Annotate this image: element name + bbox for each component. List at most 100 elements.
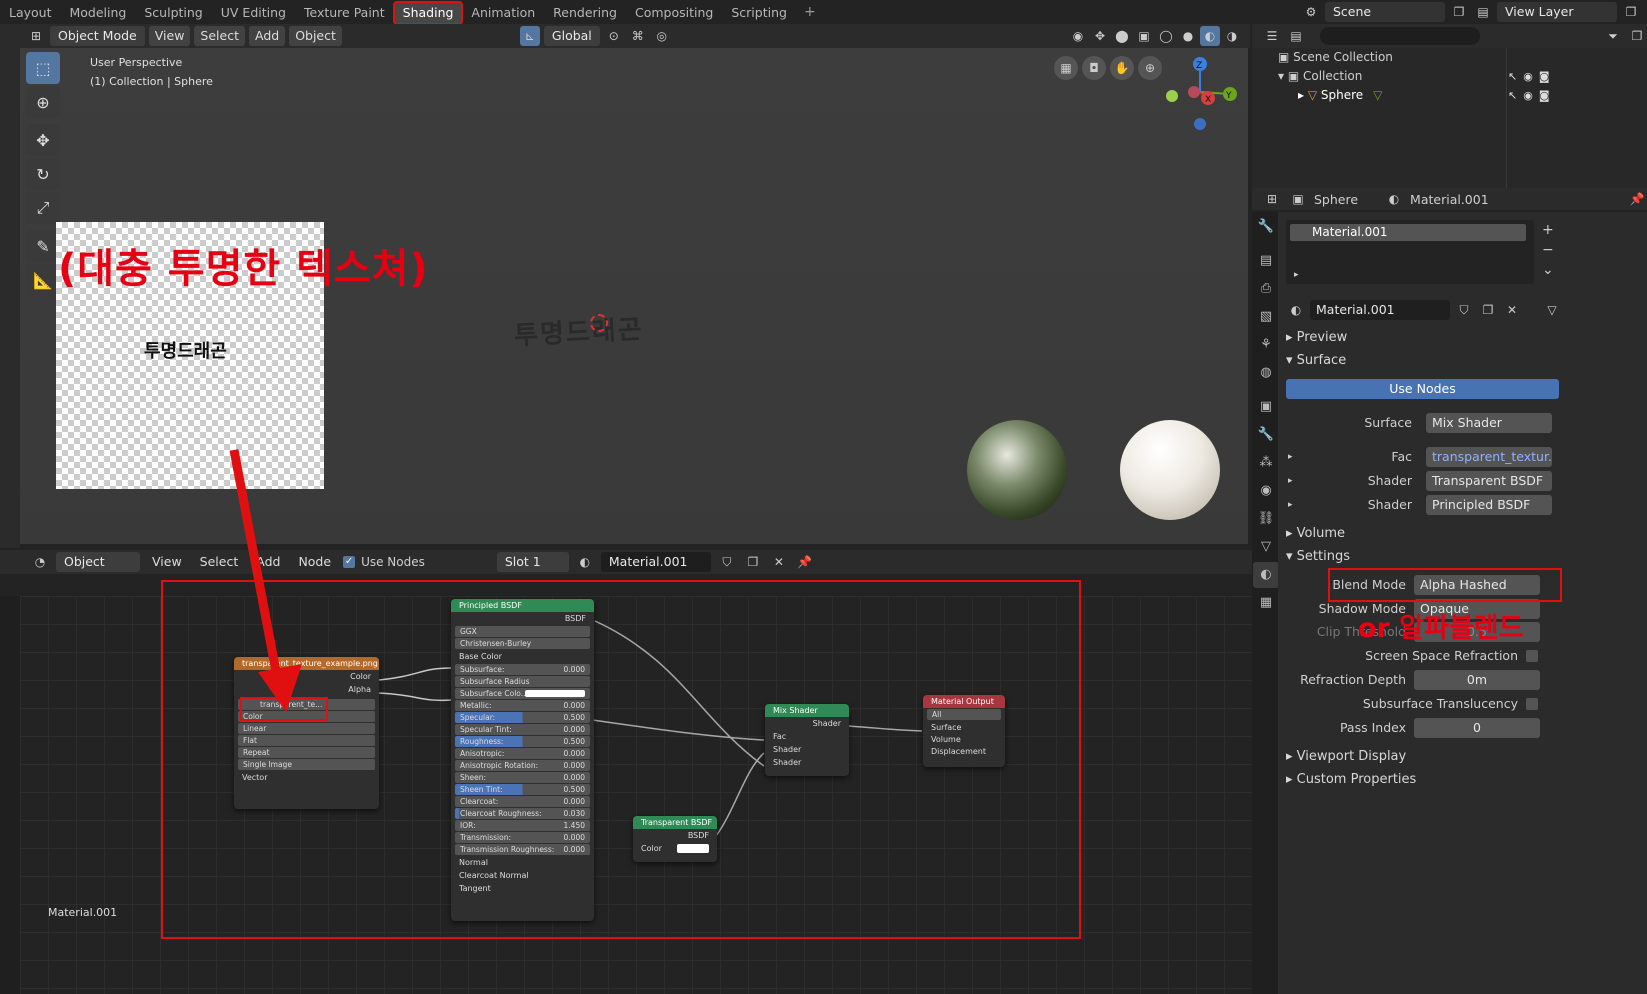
ne-node-menu[interactable]: Node	[292, 552, 337, 572]
solid-shading-icon[interactable]: ●	[1178, 26, 1198, 46]
scene-tab-icon[interactable]: ⚘	[1253, 332, 1279, 358]
use-nodes-checkbox[interactable]: ✓	[343, 556, 356, 568]
add-workspace-icon[interactable]: +	[796, 4, 824, 20]
3d-cursor-icon[interactable]	[590, 314, 608, 332]
tab-modeling[interactable]: Modeling	[61, 2, 136, 24]
gizmo-icon[interactable]: ✥	[1090, 26, 1110, 46]
surface-section[interactable]: ▾ Surface	[1286, 351, 1346, 371]
rendered-shading-icon[interactable]: ◑	[1222, 26, 1242, 46]
material-browse-icon[interactable]: ◐	[575, 552, 595, 572]
particles-tab-icon[interactable]: ⁂	[1253, 450, 1279, 476]
modifier-tab-icon[interactable]: 🔧	[1253, 422, 1279, 448]
preview-section[interactable]: ▸ Preview	[1286, 328, 1347, 348]
shader-type-dropdown[interactable]: Object	[56, 552, 140, 572]
scale-tool-icon[interactable]: ⤢	[26, 192, 60, 224]
scene-collection-row[interactable]: ▣ Scene Collection	[1278, 50, 1393, 64]
fake-user-icon[interactable]: ⛉	[717, 552, 737, 572]
ne-view-menu[interactable]: View	[146, 552, 188, 572]
slot-dropdown[interactable]: Slot 1	[496, 552, 569, 572]
wireframe-shading-icon[interactable]: ◯	[1156, 26, 1176, 46]
ne-select-menu[interactable]: Select	[194, 552, 245, 572]
node-editor-type-icon[interactable]: ◔	[30, 552, 50, 572]
sss-checkbox[interactable]	[1526, 698, 1538, 710]
expand-icon[interactable]: ▸	[1294, 270, 1299, 280]
custom-properties-section[interactable]: ▸ Custom Properties	[1286, 770, 1416, 790]
render-tab-icon[interactable]: ▤	[1253, 248, 1279, 274]
material-slot-item[interactable]: Material.001	[1290, 224, 1526, 241]
viewport-display-section[interactable]: ▸ Viewport Display	[1286, 747, 1406, 767]
tab-compositing[interactable]: Compositing	[626, 2, 722, 24]
cursor-tool-icon[interactable]: ⊕	[26, 86, 60, 118]
move-tool-icon[interactable]: ✥	[26, 124, 60, 156]
shader1-field[interactable]: Transparent BSDF	[1426, 471, 1552, 491]
tool-tab-icon[interactable]: 🔧	[1253, 214, 1279, 240]
material-link-icon[interactable]: ▽	[1542, 300, 1562, 320]
output-tab-icon[interactable]: ⎙	[1253, 276, 1279, 302]
measure-tool-icon[interactable]: 📐	[26, 264, 60, 296]
tab-layout[interactable]: Layout	[0, 2, 61, 24]
material-datablock-field[interactable]: Material.001	[1310, 300, 1450, 320]
expand-icon[interactable]: ▸	[1288, 495, 1293, 515]
orientation-icon[interactable]: ⊾	[519, 26, 540, 46]
sphere-row[interactable]: ▸ ▽ Sphere ▽	[1298, 88, 1382, 102]
tab-texture-paint[interactable]: Texture Paint	[295, 2, 394, 24]
material-shading-icon[interactable]: ◐	[1200, 26, 1220, 46]
expand-icon[interactable]: ▸	[1288, 447, 1293, 467]
expand-icon[interactable]: ▾	[1278, 69, 1288, 83]
texture-tab-icon[interactable]: ▦	[1253, 590, 1279, 616]
tab-rendering[interactable]: Rendering	[544, 2, 626, 24]
proportional-edit-icon[interactable]: ◎	[652, 26, 672, 46]
3d-text-object[interactable]: 투명드래곤	[513, 309, 644, 353]
select-box-icon[interactable]: ⬚	[26, 52, 60, 84]
context-material[interactable]: Material.001	[1410, 192, 1489, 207]
pan-hand-icon[interactable]: ✋	[1110, 56, 1134, 80]
axis-gizmo[interactable]: Z Y X	[1160, 52, 1240, 136]
collection-row[interactable]: ▾ ▣ Collection	[1278, 69, 1362, 83]
tab-animation[interactable]: Animation	[462, 2, 544, 24]
settings-section[interactable]: ▾ Settings	[1286, 547, 1350, 567]
mesh-data-tab-icon[interactable]: ▽	[1253, 534, 1279, 560]
add-menu[interactable]: Add	[248, 26, 286, 46]
grid-view-icon[interactable]: ▦	[1054, 56, 1078, 80]
material-tab-icon[interactable]: ◐	[1253, 562, 1279, 588]
visibility-icon[interactable]: ◉	[1068, 26, 1088, 46]
tab-shading[interactable]: Shading	[392, 0, 464, 25]
view-menu[interactable]: View	[148, 26, 191, 46]
ssr-checkbox[interactable]	[1526, 650, 1538, 662]
pivot-icon[interactable]: ⊙	[604, 26, 624, 46]
volume-section[interactable]: ▸ Volume	[1286, 524, 1345, 544]
pass-index-field[interactable]: 0	[1414, 718, 1540, 738]
context-object[interactable]: Sphere	[1314, 192, 1358, 207]
material-slot-list[interactable]: Material.001 ▸	[1286, 220, 1534, 284]
new-scene-icon[interactable]: ❐	[1449, 2, 1469, 22]
tab-scripting[interactable]: Scripting	[722, 2, 796, 24]
transform-orientation-dropdown[interactable]: Global	[543, 26, 600, 46]
rotate-tool-icon[interactable]: ↻	[26, 158, 60, 190]
fake-user-icon[interactable]: ⛉	[1454, 300, 1474, 320]
use-nodes-button[interactable]: Use Nodes	[1286, 379, 1559, 399]
properties-editor-icon[interactable]: ⊞	[1262, 189, 1282, 209]
collection-restrict-icons[interactable]: ↖◉◙	[1508, 70, 1556, 83]
pin-icon[interactable]: 📌	[795, 552, 815, 572]
pin-icon[interactable]: 📌	[1627, 189, 1647, 209]
overlay-icon[interactable]: ⬤	[1112, 26, 1132, 46]
shader2-field[interactable]: Principled BSDF	[1426, 495, 1552, 515]
fac-link-field[interactable]: transparent_textur...	[1426, 447, 1552, 467]
editor-type-icon[interactable]: ⊞	[26, 26, 46, 46]
ne-add-menu[interactable]: Add	[250, 552, 286, 572]
surface-shader-field[interactable]: Mix Shader	[1426, 413, 1552, 433]
new-view-layer-icon[interactable]: ❐	[1621, 2, 1641, 22]
view-layer-selector[interactable]: View Layer	[1497, 2, 1617, 22]
select-menu[interactable]: Select	[194, 26, 245, 46]
physics-tab-icon[interactable]: ◉	[1253, 478, 1279, 504]
unlink-material-icon[interactable]: ✕	[769, 552, 789, 572]
browse-material-icon[interactable]: ◐	[1286, 300, 1306, 320]
scene-selector[interactable]: Scene	[1325, 2, 1445, 22]
duplicate-material-icon[interactable]: ❐	[743, 552, 763, 572]
world-tab-icon[interactable]: ◍	[1253, 360, 1279, 386]
material-name-field[interactable]: Material.001	[600, 552, 711, 572]
snap-icon[interactable]: ⌘	[628, 26, 648, 46]
object-tab-icon[interactable]: ▣	[1253, 394, 1279, 420]
slot-buttons[interactable]: + − ⌄	[1542, 220, 1554, 280]
expand-icon[interactable]: ▸	[1298, 88, 1308, 102]
